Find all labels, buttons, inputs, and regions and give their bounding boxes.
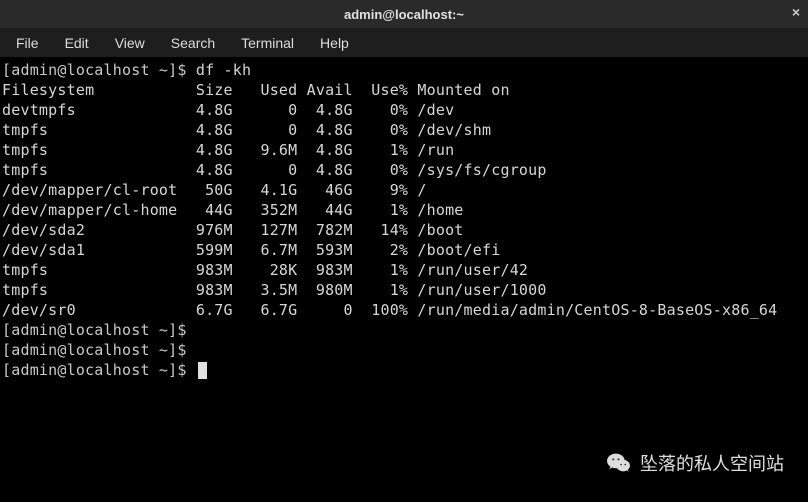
df-row: /dev/sda1 599M 6.7M 593M 2% /boot/efi	[2, 240, 806, 260]
df-row: tmpfs 4.8G 0 4.8G 0% /sys/fs/cgroup	[2, 160, 806, 180]
prompt-line: [admin@localhost ~]$	[2, 360, 806, 380]
prompt-line: [admin@localhost ~]$	[2, 320, 806, 340]
df-row: /dev/sda2 976M 127M 782M 14% /boot	[2, 220, 806, 240]
watermark: 坠落的私人空间站	[606, 450, 784, 476]
menu-terminal[interactable]: Terminal	[229, 31, 306, 55]
menu-search[interactable]: Search	[159, 31, 227, 55]
df-row: devtmpfs 4.8G 0 4.8G 0% /dev	[2, 100, 806, 120]
close-icon[interactable]: ×	[792, 4, 800, 20]
window-titlebar: admin@localhost:~ ×	[0, 0, 808, 28]
watermark-text: 坠落的私人空间站	[640, 450, 784, 476]
menu-edit[interactable]: Edit	[53, 31, 101, 55]
df-row: /dev/mapper/cl-root 50G 4.1G 46G 9% /	[2, 180, 806, 200]
df-row: tmpfs 4.8G 9.6M 4.8G 1% /run	[2, 140, 806, 160]
prompt-line: [admin@localhost ~]$ df -kh	[2, 60, 806, 80]
df-row: /dev/mapper/cl-home 44G 352M 44G 1% /hom…	[2, 200, 806, 220]
menubar: File Edit View Search Terminal Help	[0, 28, 808, 58]
wechat-icon	[606, 450, 632, 476]
df-row: tmpfs 983M 3.5M 980M 1% /run/user/1000	[2, 280, 806, 300]
prompt-line: [admin@localhost ~]$	[2, 340, 806, 360]
terminal-output[interactable]: [admin@localhost ~]$ df -khFilesystem Si…	[0, 58, 808, 382]
df-header: Filesystem Size Used Avail Use% Mounted …	[2, 80, 806, 100]
df-row: tmpfs 983M 28K 983M 1% /run/user/42	[2, 260, 806, 280]
window-title: admin@localhost:~	[344, 7, 464, 22]
menu-help[interactable]: Help	[308, 31, 361, 55]
df-row: /dev/sr0 6.7G 6.7G 0 100% /run/media/adm…	[2, 300, 806, 320]
menu-view[interactable]: View	[103, 31, 157, 55]
cursor	[198, 362, 207, 379]
menu-file[interactable]: File	[4, 31, 51, 55]
df-row: tmpfs 4.8G 0 4.8G 0% /dev/shm	[2, 120, 806, 140]
